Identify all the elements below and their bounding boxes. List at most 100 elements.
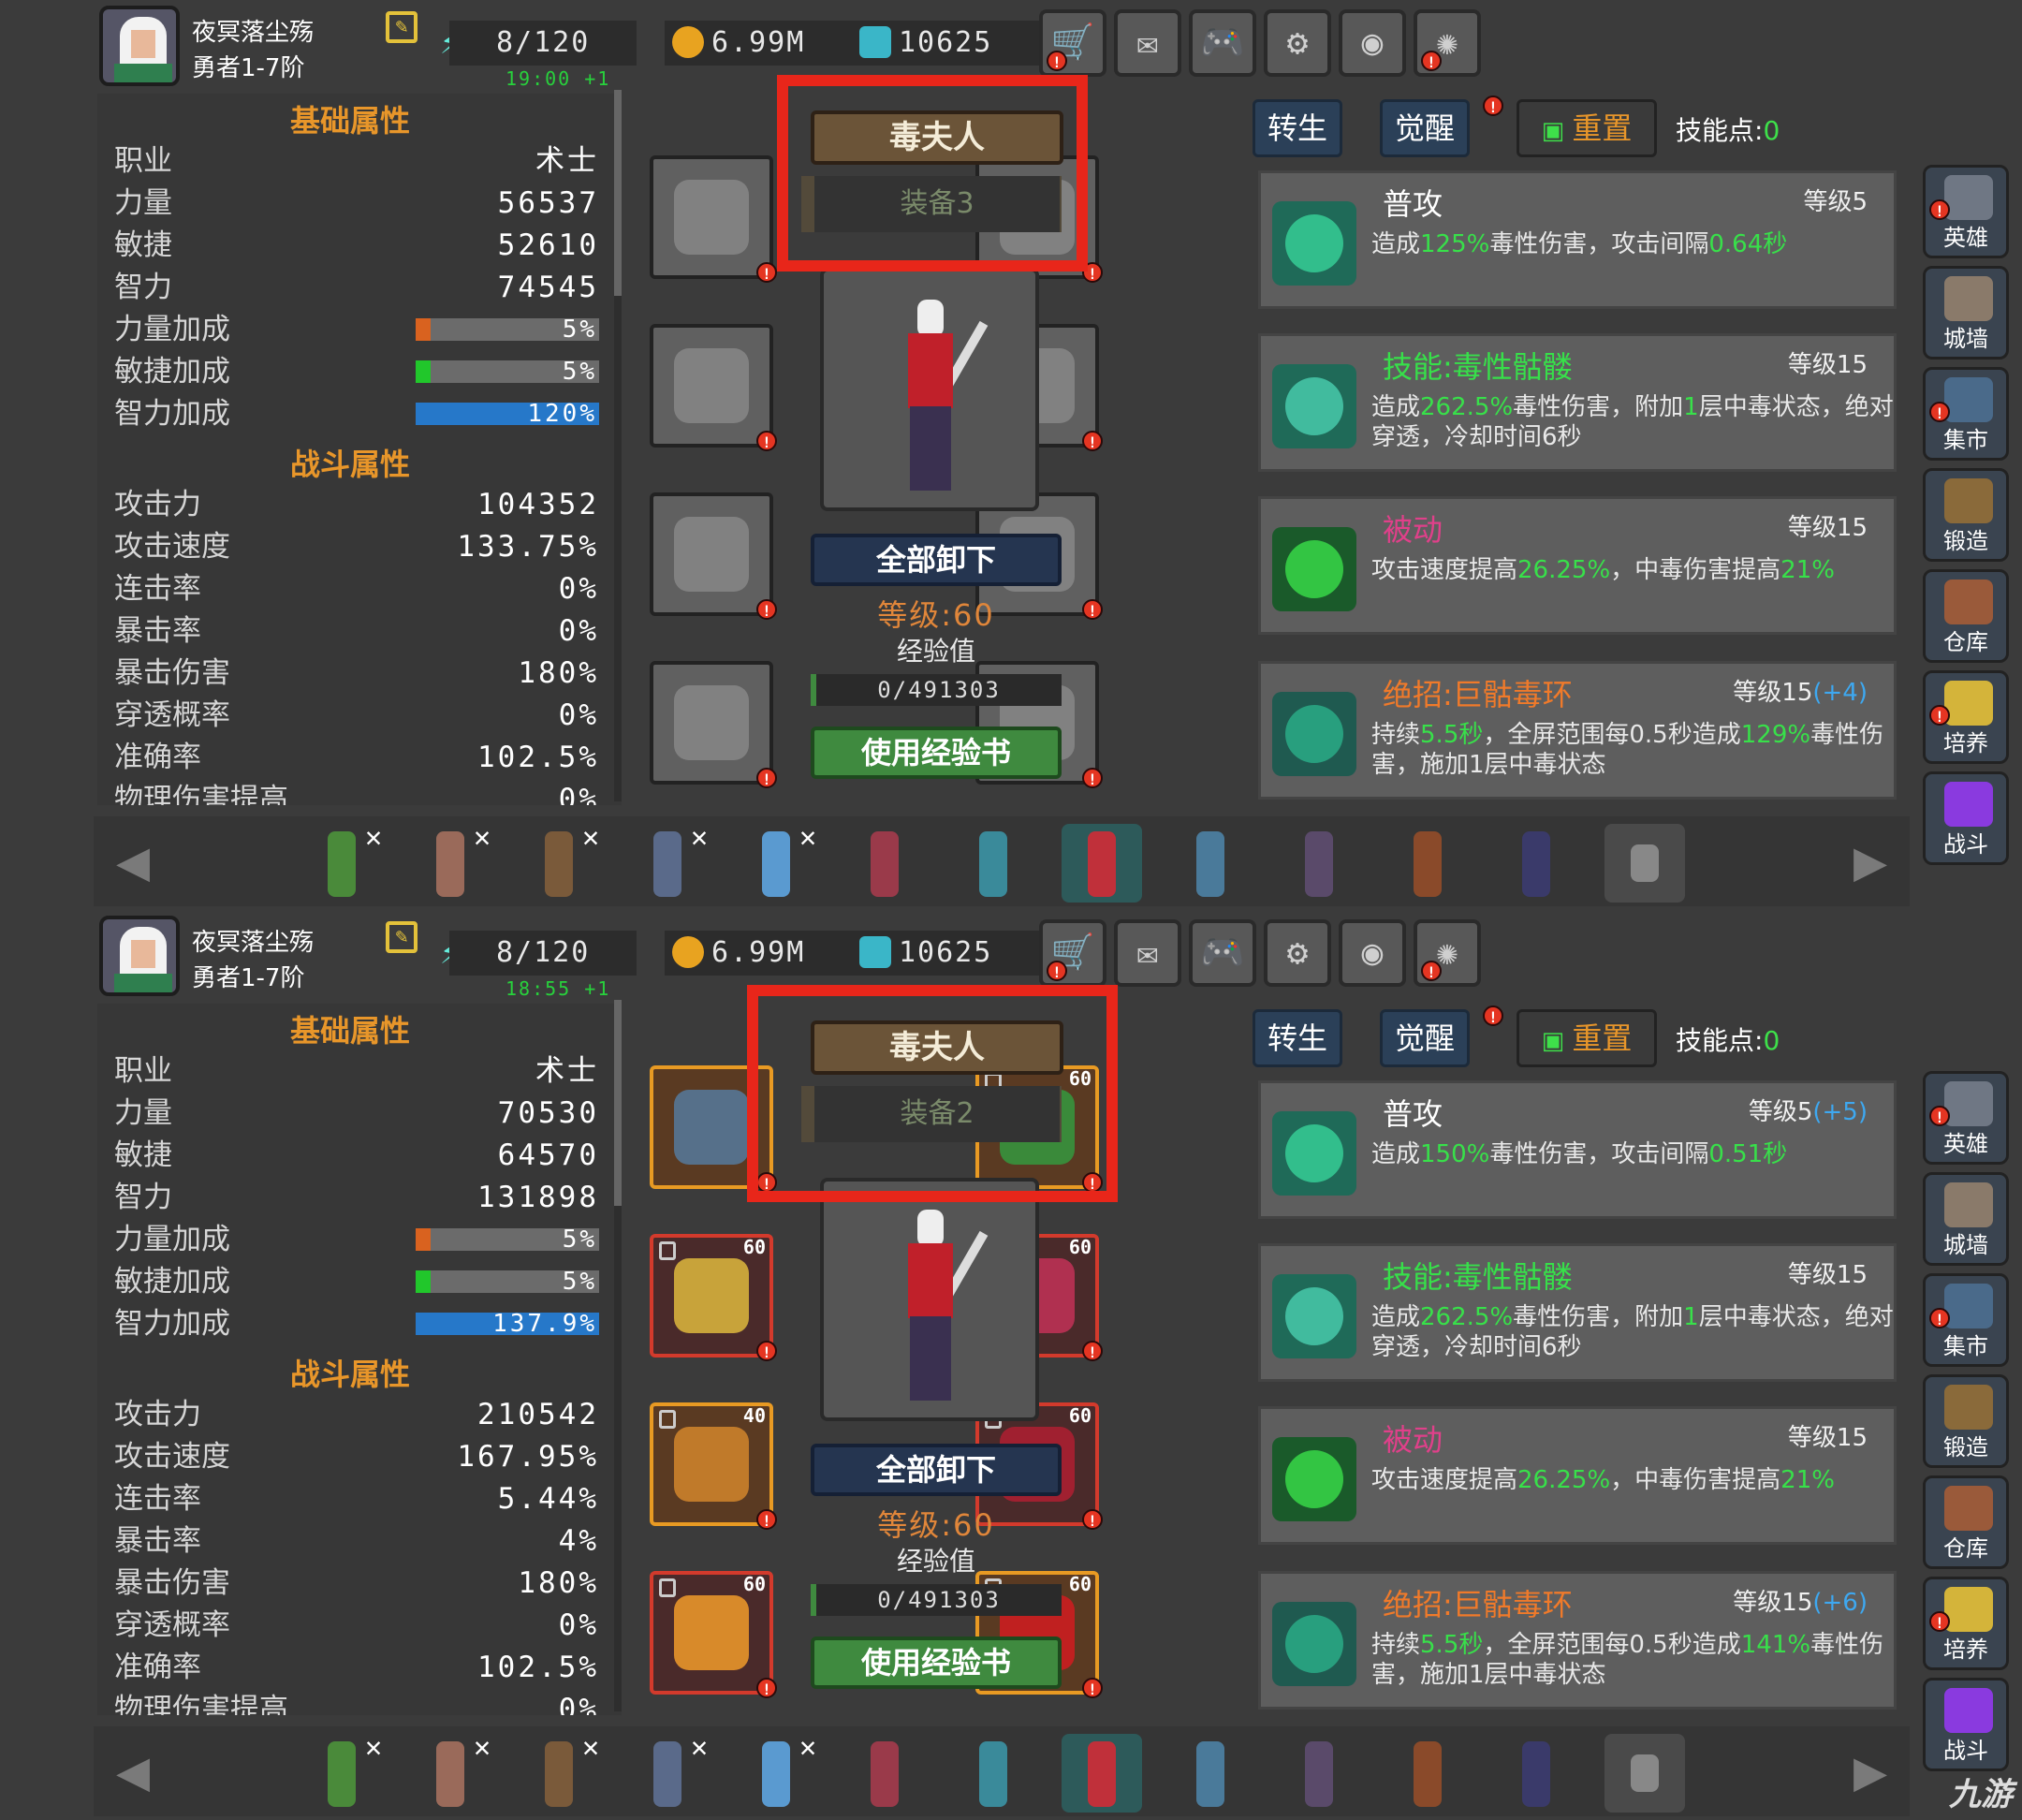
edit-name-icon[interactable]: ✎	[386, 921, 418, 953]
skill-card[interactable]: 被动 等级15 攻击速度提高26.25%，中毒伤害提高21%	[1258, 1406, 1897, 1545]
alert-badge-icon: !	[1929, 402, 1950, 422]
hero-slot[interactable]	[1279, 1734, 1359, 1813]
cart-icon[interactable]: 🛒!	[1039, 919, 1106, 987]
unequip-all-button[interactable]: 全部卸下	[811, 534, 1062, 586]
locked-hero-slot[interactable]	[1604, 1734, 1685, 1813]
hero-slot[interactable]: ✕	[519, 824, 599, 903]
hero-slot[interactable]	[1062, 1734, 1142, 1813]
tab-rebirth[interactable]: 转生	[1253, 99, 1342, 157]
skill-card[interactable]: 绝招:巨骷毒环 等级15(+4) 持续5.5秒，全屏范围每0.5秒造成129%毒性伤…	[1258, 661, 1897, 800]
edit-name-icon[interactable]: ✎	[386, 11, 418, 43]
sidebar-item-5[interactable]: 培养!	[1923, 670, 2009, 764]
hero-slot[interactable]: ✕	[736, 1734, 816, 1813]
helmet-slot[interactable]: !	[650, 155, 777, 283]
hero-slot[interactable]	[844, 1734, 925, 1813]
attribute-value: 0%	[558, 572, 599, 606]
combat-attributes-title: 战斗属性	[289, 1357, 410, 1392]
armor-slot[interactable]: 60!	[650, 1234, 777, 1361]
use-exp-book-button[interactable]: 使用经验书	[811, 1637, 1062, 1689]
armor-slot[interactable]: !	[650, 324, 777, 451]
fireworks-icon[interactable]: ✺!	[1414, 919, 1481, 987]
skill-card[interactable]: 技能:毒性骷髅 等级15 造成262.5%毒性伤害，附加1层中毒状态，绝对穿透，冷却…	[1258, 1243, 1897, 1382]
hero-slot[interactable]	[844, 824, 925, 903]
cart-icon[interactable]: 🛒!	[1039, 9, 1106, 77]
attributes-scrollbar[interactable]	[614, 1000, 622, 1711]
sidebar-item-6[interactable]: 战斗	[1923, 1678, 2009, 1771]
hero-slot[interactable]: ✕	[301, 824, 382, 903]
sidebar-item-2[interactable]: 集市!	[1923, 1273, 2009, 1367]
hero-slot[interactable]	[1496, 824, 1576, 903]
settings-icon[interactable]: ⚙	[1264, 9, 1331, 77]
hero-slot[interactable]: ✕	[410, 824, 491, 903]
avatar[interactable]	[99, 916, 180, 996]
mail-icon[interactable]: ✉	[1114, 919, 1181, 987]
next-hero-button[interactable]: ▶	[1833, 828, 1908, 895]
sidebar-item-5[interactable]: 培养!	[1923, 1577, 2009, 1670]
sidebar-item-3[interactable]: 锻造	[1923, 1374, 2009, 1468]
hero-slot[interactable]	[1279, 824, 1359, 903]
boots-slot[interactable]: 60!	[650, 1571, 777, 1698]
bonus-value: 120%	[527, 400, 597, 428]
sidebar-item-1[interactable]: 城墙	[1923, 266, 2009, 360]
next-hero-button[interactable]: ▶	[1833, 1738, 1908, 1805]
palette-icon[interactable]: ◉	[1339, 9, 1406, 77]
hero-slot[interactable]	[1387, 824, 1468, 903]
tab-awaken[interactable]: 觉醒	[1380, 1009, 1470, 1067]
prev-hero-button[interactable]: ◀	[95, 828, 170, 895]
hero-slot[interactable]	[953, 1734, 1033, 1813]
hero-slot[interactable]	[1170, 824, 1251, 903]
boots-slot[interactable]: !	[650, 661, 777, 788]
tab-rebirth[interactable]: 转生	[1253, 1009, 1342, 1067]
attribute-row: 攻击力 104352	[109, 486, 599, 523]
avatar[interactable]	[99, 6, 180, 86]
hero-slot[interactable]	[953, 824, 1033, 903]
hero-slot[interactable]: ✕	[301, 1734, 382, 1813]
hero-slot[interactable]	[1170, 1734, 1251, 1813]
tab-reset[interactable]: ▣ 重置	[1516, 99, 1657, 157]
sidebar-item-1[interactable]: 城墙	[1923, 1172, 2009, 1266]
palette-icon[interactable]: ◉	[1339, 919, 1406, 987]
prev-hero-button[interactable]: ◀	[95, 1738, 170, 1805]
tab-awaken[interactable]: 觉醒	[1380, 99, 1470, 157]
skill-card[interactable]: 技能:毒性骷髅 等级15 造成262.5%毒性伤害，附加1层中毒状态，绝对穿透，冷却…	[1258, 333, 1897, 472]
item-level: 60	[1068, 1404, 1092, 1427]
hero-slot[interactable]: ✕	[736, 824, 816, 903]
gamepad-icon[interactable]: 🎮	[1189, 9, 1256, 77]
skill-card[interactable]: 被动 等级15 攻击速度提高26.25%，中毒伤害提高21%	[1258, 496, 1897, 635]
lock-icon	[659, 1410, 676, 1429]
hero-slot[interactable]: ✕	[627, 824, 708, 903]
gamepad-icon[interactable]: 🎮	[1189, 919, 1256, 987]
mail-icon[interactable]: ✉	[1114, 9, 1181, 77]
hero-slot[interactable]	[1387, 1734, 1468, 1813]
gold-counter: 6.99M	[665, 21, 880, 66]
tab-reset[interactable]: ▣ 重置	[1516, 1009, 1657, 1067]
pants-slot[interactable]: !	[650, 492, 777, 620]
hero-slot[interactable]: ✕	[519, 1734, 599, 1813]
armor-icon	[674, 1258, 749, 1333]
hero-slot[interactable]	[1496, 1734, 1576, 1813]
use-exp-book-button[interactable]: 使用经验书	[811, 727, 1062, 779]
settings-icon[interactable]: ⚙	[1264, 919, 1331, 987]
sidebar-item-6[interactable]: 战斗	[1923, 771, 2009, 865]
sidebar-item-4[interactable]: 仓库	[1923, 569, 2009, 663]
desc-highlight: 262.5%	[1420, 393, 1514, 421]
fireworks-icon[interactable]: ✺!	[1414, 9, 1481, 77]
hero-slot[interactable]: ✕	[410, 1734, 491, 1813]
pants-slot[interactable]: 40!	[650, 1402, 777, 1530]
desc-highlight: 0.64秒	[1708, 230, 1788, 258]
skill-card[interactable]: 普攻 等级5(+5) 造成150%毒性伤害，攻击间隔0.51秒	[1258, 1080, 1897, 1219]
locked-hero-slot[interactable]	[1604, 824, 1685, 903]
sidebar-item-2[interactable]: 集市!	[1923, 367, 2009, 461]
skill-card[interactable]: 普攻 等级5 造成125%毒性伤害，攻击间隔0.64秒	[1258, 170, 1897, 309]
sidebar-item-0[interactable]: 英雄!	[1923, 165, 2009, 258]
skill-card[interactable]: 绝招:巨骷毒环 等级15(+6) 持续5.5秒，全屏范围每0.5秒造成141%毒性伤…	[1258, 1571, 1897, 1710]
sidebar-item-4[interactable]: 仓库	[1923, 1475, 2009, 1569]
sidebar-item-3[interactable]: 锻造	[1923, 468, 2009, 562]
basic-attributes-title: 基础属性	[289, 1013, 410, 1049]
hero-slot[interactable]	[1062, 824, 1142, 903]
sidebar-item-0[interactable]: 英雄!	[1923, 1071, 2009, 1165]
unequip-all-button[interactable]: 全部卸下	[811, 1444, 1062, 1496]
attributes-scrollbar[interactable]	[614, 90, 622, 801]
attribute-row: 职业 术士	[109, 142, 599, 180]
hero-slot[interactable]: ✕	[627, 1734, 708, 1813]
